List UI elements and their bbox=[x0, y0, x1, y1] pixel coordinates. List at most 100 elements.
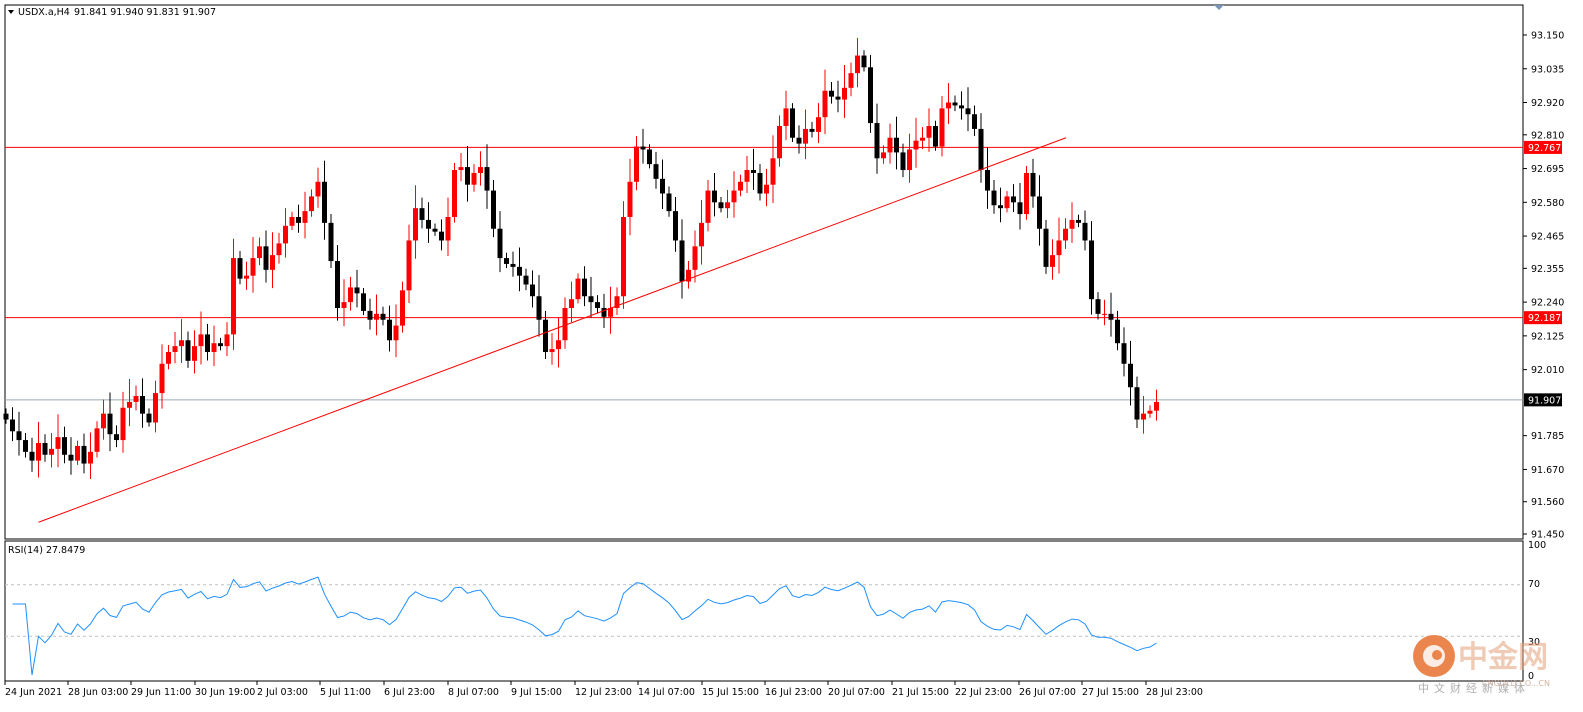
candle-bear bbox=[1043, 228, 1049, 267]
price-tick-label: 92.695 bbox=[1531, 164, 1564, 175]
price-tick-label: 92.010 bbox=[1531, 365, 1564, 376]
price-tick-label: 92.810 bbox=[1531, 130, 1564, 141]
watermark-tagline: 中文财经新媒体 bbox=[1418, 681, 1530, 695]
candle-bull bbox=[478, 167, 483, 173]
candle-bear bbox=[666, 193, 672, 212]
candle-bear bbox=[679, 240, 685, 282]
candle-bear bbox=[322, 181, 327, 223]
price-tick-label: 91.560 bbox=[1531, 497, 1564, 508]
candle-bull bbox=[881, 152, 886, 159]
candle-bull bbox=[725, 202, 730, 209]
candle-bear bbox=[504, 258, 509, 264]
candle-bear bbox=[868, 67, 873, 124]
candle-bull bbox=[211, 343, 217, 353]
candle-bull bbox=[887, 137, 893, 153]
candle-bull bbox=[133, 396, 139, 402]
candle-bear bbox=[140, 396, 145, 414]
candle-bear bbox=[263, 246, 269, 270]
candle-bull bbox=[907, 149, 912, 171]
candle-bear bbox=[835, 96, 841, 100]
candle-bull bbox=[926, 125, 932, 138]
candle-bull bbox=[1102, 313, 1107, 315]
candle-bear bbox=[387, 319, 392, 341]
candle-bull bbox=[705, 190, 711, 223]
time-tick-label: 16 Jul 23:00 bbox=[765, 687, 822, 698]
candle-bull bbox=[1141, 413, 1146, 420]
candle-bear bbox=[3, 413, 9, 420]
candle-bear bbox=[1089, 240, 1094, 300]
candle-bull bbox=[244, 275, 249, 279]
candle-bear bbox=[1121, 343, 1127, 364]
candle-bull bbox=[413, 208, 418, 241]
candle-bull bbox=[1004, 196, 1010, 209]
candle-bull bbox=[803, 128, 808, 144]
candle-bull bbox=[445, 216, 451, 241]
time-axis: 24 Jun 2021 28 Jun 03:00 29 Jun 11:00 30 Ju… bbox=[4, 681, 1203, 698]
candle-bull bbox=[946, 102, 951, 109]
rsi-panel bbox=[4, 540, 1524, 682]
candle-bull bbox=[406, 240, 412, 291]
candle-bull bbox=[120, 407, 126, 441]
candle-bear bbox=[439, 231, 444, 241]
candle-bull bbox=[452, 170, 457, 217]
candle-bull bbox=[101, 413, 106, 429]
time-tick-label: 9 Jul 15:00 bbox=[511, 687, 562, 698]
time-tick-label: 2 Jul 03:00 bbox=[257, 687, 308, 698]
time-tick-label: 27 Jul 15:00 bbox=[1082, 687, 1139, 698]
candle-bull bbox=[777, 125, 782, 159]
candle-bear bbox=[712, 190, 717, 203]
time-tick-label: 28 Jul 23:00 bbox=[1146, 687, 1203, 698]
candle-bear bbox=[354, 287, 360, 294]
candle-bull bbox=[855, 55, 860, 74]
candle-bull bbox=[569, 299, 574, 308]
time-tick-label: 5 Jul 11:00 bbox=[320, 687, 371, 698]
candle-bull bbox=[770, 158, 776, 185]
candle-bull bbox=[88, 451, 93, 464]
time-tick-label: 15 Jul 15:00 bbox=[702, 687, 759, 698]
candle-bull bbox=[744, 170, 750, 182]
candle-bull bbox=[36, 443, 41, 461]
candle-bear bbox=[1115, 319, 1120, 344]
candle-bear bbox=[640, 146, 646, 150]
candle-bull bbox=[848, 73, 854, 88]
candle-bear bbox=[933, 125, 938, 147]
candle-bull bbox=[192, 346, 197, 361]
candle-bear bbox=[107, 413, 113, 435]
candle-bull bbox=[159, 363, 165, 394]
candle-bear bbox=[1082, 222, 1088, 241]
price-tick-label: 92.580 bbox=[1531, 198, 1564, 209]
candle-bull bbox=[621, 216, 626, 297]
support-tag: 92.187 bbox=[1528, 313, 1561, 324]
time-tick-label: 22 Jul 23:00 bbox=[955, 687, 1012, 698]
candle-bear bbox=[361, 293, 366, 311]
price-tick-label: 92.240 bbox=[1531, 298, 1564, 309]
candle-bear bbox=[1076, 219, 1081, 223]
candle-bear bbox=[510, 263, 516, 267]
candle-bull bbox=[231, 258, 236, 335]
candle-bull bbox=[153, 393, 158, 423]
candle-bear bbox=[16, 431, 22, 441]
candle-bear bbox=[1095, 299, 1101, 314]
candle-bear bbox=[790, 108, 795, 138]
candle-bear bbox=[894, 137, 899, 153]
candle-bull bbox=[341, 302, 347, 308]
header-ohlc: 91.841 91.940 91.831 91.907 bbox=[74, 7, 216, 18]
candle-bear bbox=[367, 310, 373, 320]
candle-bear bbox=[335, 261, 340, 308]
price-tick-label: 92.465 bbox=[1531, 232, 1564, 243]
price-tick-label: 92.920 bbox=[1531, 98, 1564, 109]
candle-bear bbox=[653, 164, 659, 179]
candle-bull bbox=[822, 90, 828, 118]
candle-bear bbox=[432, 228, 438, 232]
candle-bear bbox=[42, 443, 48, 455]
candle-bear bbox=[952, 102, 958, 106]
candle-bear bbox=[426, 219, 431, 229]
candle-bear bbox=[146, 413, 152, 423]
price-tick-label: 91.450 bbox=[1531, 530, 1564, 541]
candle-bear bbox=[978, 128, 984, 171]
candle-bull bbox=[1154, 401, 1159, 411]
resistance-tag: 92.767 bbox=[1528, 143, 1561, 154]
candle-bull bbox=[556, 340, 561, 350]
candle-bear bbox=[29, 451, 35, 461]
candle-bear bbox=[595, 302, 600, 308]
